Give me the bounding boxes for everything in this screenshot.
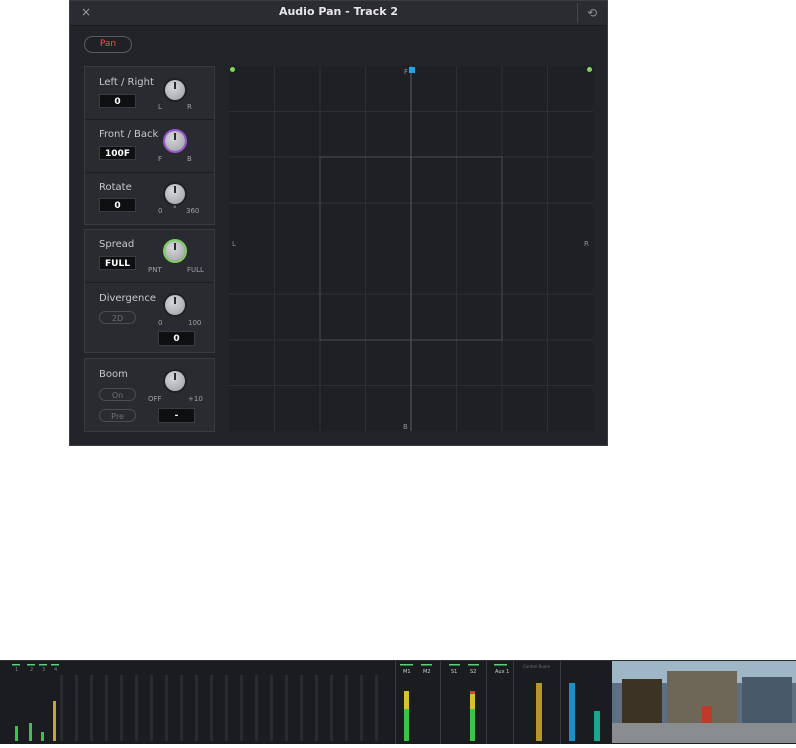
divergence-min-label: 0 (158, 319, 163, 327)
bus-label-aux1: Aux 1 (495, 669, 510, 675)
bus-label-m1: M1 (403, 669, 411, 675)
spread-value[interactable]: FULL (99, 256, 136, 270)
back-label: B (403, 423, 408, 431)
channel-number-4: 4 (54, 667, 58, 673)
pan-grid[interactable]: F B L R (229, 66, 593, 431)
bus-label-s1: S1 (451, 669, 458, 675)
mixer-meters (12, 661, 600, 744)
control-room-label: Control Room (523, 664, 551, 669)
rotate-knob[interactable] (165, 184, 185, 204)
pan-grid-lines (229, 66, 593, 431)
boom-value[interactable]: - (158, 408, 195, 423)
divergence-row: Divergence 2D 0 100 0 (85, 283, 214, 354)
divergence-value[interactable]: 0 (158, 331, 195, 346)
spread-min-label: PNT (148, 266, 162, 274)
boom-knob[interactable] (165, 371, 185, 391)
front-back-min-label: F (158, 155, 163, 163)
boom-controls-group: Boom On Pre OFF +10 - (84, 358, 215, 432)
left-right-min-label: L (158, 103, 162, 111)
front-back-row: Front / Back 100F F B (85, 120, 214, 173)
channel-number-2: 2 (30, 667, 34, 673)
front-label: F (404, 68, 409, 76)
divergence-label: Divergence (99, 293, 156, 304)
boom-max-label: +10 (188, 395, 203, 403)
window-title: Audio Pan - Track 2 (278, 5, 399, 18)
left-label: L (232, 240, 236, 248)
divergence-knob[interactable] (165, 295, 185, 315)
left-right-max-label: R (187, 103, 192, 111)
pan-mode-button[interactable]: Pan (84, 36, 132, 53)
rotate-min-label: 0 (158, 207, 163, 215)
front-back-label: Front / Back (99, 129, 159, 140)
rotate-label: Rotate (99, 182, 132, 193)
front-back-max-label: B (187, 155, 192, 163)
left-right-value[interactable]: 0 (99, 94, 136, 108)
spread-knob[interactable] (165, 241, 185, 261)
rotate-unit-label: ° (173, 205, 177, 213)
pan-puck[interactable] (409, 67, 415, 73)
position-controls-group: Left / Right 0 L R Front / Back 100F F B… (84, 66, 215, 225)
boom-label: Boom (99, 369, 128, 380)
bus-label-m2: M2 (423, 669, 431, 675)
title-bar: × Audio Pan - Track 2 ⟲ (70, 1, 607, 26)
boom-on-button[interactable]: On (99, 388, 136, 401)
spread-max-label: FULL (187, 266, 204, 274)
spread-label: Spread (99, 239, 135, 250)
speaker-right-dot (587, 67, 592, 72)
video-thumbnail-image (612, 661, 796, 743)
boom-pre-button[interactable]: Pre (99, 409, 136, 422)
left-right-label: Left / Right (99, 77, 154, 88)
boom-min-label: OFF (148, 395, 162, 403)
spread-row: Spread FULL PNT FULL (85, 230, 214, 283)
spread-controls-group: Spread FULL PNT FULL Divergence 2D 0 100… (84, 229, 215, 353)
channel-number-1: 1 (15, 667, 19, 673)
divergence-max-label: 100 (188, 319, 202, 327)
reset-icon[interactable]: ⟲ (584, 5, 600, 21)
channel-number-3: 3 (42, 667, 46, 673)
left-right-knob[interactable] (165, 80, 185, 100)
video-thumbnail (612, 661, 796, 743)
right-label: R (584, 240, 589, 248)
audio-pan-window: × Audio Pan - Track 2 ⟲ Pan Left / Right… (69, 0, 608, 446)
rotate-value[interactable]: 0 (99, 198, 136, 212)
rotate-row: Rotate 0 0 ° 360 (85, 173, 214, 226)
left-right-row: Left / Right 0 L R (85, 67, 214, 120)
speaker-left-dot (230, 67, 235, 72)
front-back-value[interactable]: 100F (99, 146, 136, 160)
front-back-knob[interactable] (165, 131, 185, 151)
rotate-max-label: 360 (186, 207, 200, 215)
bus-label-s2: S2 (470, 669, 477, 675)
title-divider (577, 3, 578, 23)
divergence-2d-button[interactable]: 2D (99, 311, 136, 324)
